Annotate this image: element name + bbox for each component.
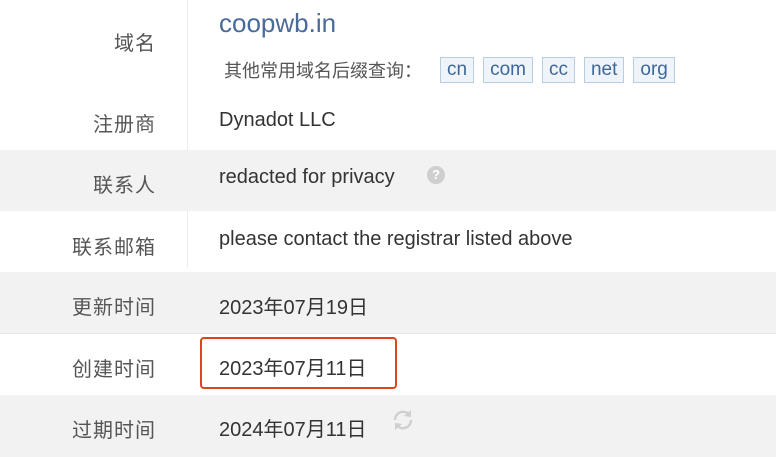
refresh-icon[interactable] — [390, 407, 416, 433]
row-domain: 域名 coopwb.in 其他常用域名后缀查询： cn com cc net o… — [0, 0, 776, 92]
suffix-link-com[interactable]: com — [483, 57, 533, 83]
other-suffix-query: 其他常用域名后缀查询： cn com cc net org — [219, 57, 684, 83]
suffix-link-org[interactable]: org — [633, 57, 675, 83]
registrar-label: 注册商 — [93, 112, 156, 136]
contact-label: 联系人 — [93, 173, 156, 197]
registrar-value: Dynadot LLC — [219, 109, 336, 131]
updated-label: 更新时间 — [72, 295, 156, 319]
suffix-link-cn[interactable]: cn — [440, 57, 475, 83]
suffix-query-title: 其他常用域名后缀查询： — [224, 61, 422, 82]
expires-value: 2024年07月11日 — [219, 419, 367, 441]
updated-value: 2023年07月19日 — [219, 297, 368, 319]
email-value: please contact the registrar listed abov… — [219, 228, 573, 250]
row-expires: 过期时间 2024年07月11日 — [0, 395, 776, 457]
row-registrar: 注册商 Dynadot LLC — [0, 92, 776, 150]
suffix-link-net[interactable]: net — [583, 57, 625, 83]
suffix-link-cc[interactable]: cc — [541, 57, 575, 83]
domain-label: 域名 — [114, 31, 156, 55]
question-circle-icon[interactable]: ? — [427, 166, 445, 184]
row-email: 联系邮箱 please contact the registrar listed… — [0, 211, 776, 272]
created-date-highlight-box — [200, 337, 397, 389]
row-contact: 联系人 redacted for privacy — [0, 150, 776, 211]
email-label: 联系邮箱 — [72, 235, 156, 259]
row-updated: 更新时间 2023年07月19日 — [0, 272, 776, 333]
expires-label: 过期时间 — [72, 418, 156, 442]
contact-value: redacted for privacy — [219, 166, 395, 188]
domain-name-link[interactable]: coopwb.in — [219, 8, 336, 39]
created-label: 创建时间 — [72, 357, 156, 381]
